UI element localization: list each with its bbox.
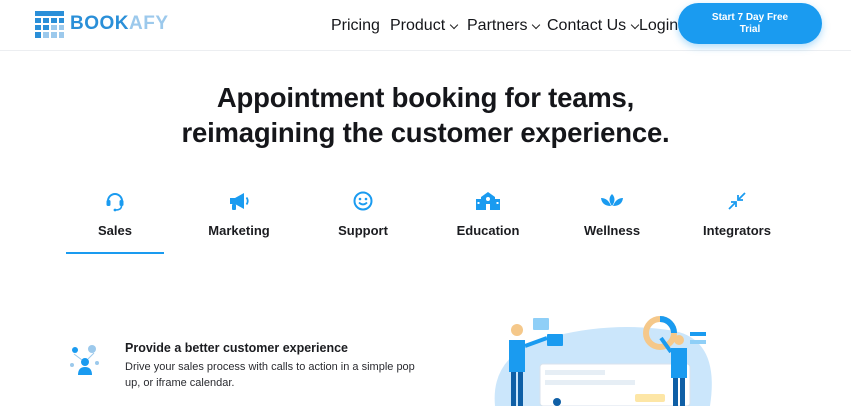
- logo[interactable]: BOOKAFY: [35, 10, 169, 38]
- nav-login-label: Login: [639, 17, 679, 34]
- tab-support[interactable]: Support: [313, 190, 413, 238]
- school-icon: [476, 192, 500, 210]
- tab-marketing-label: Marketing: [208, 223, 270, 238]
- chevron-down-icon: [449, 20, 459, 29]
- nav-contact-us-label: Contact Us: [547, 17, 627, 34]
- logo-wordmark: BOOKAFY: [70, 13, 169, 34]
- arrows-in-icon: [728, 192, 746, 210]
- calendar-logo-icon: [35, 10, 64, 38]
- smiley-icon: [353, 191, 373, 211]
- headset-icon: [106, 193, 124, 212]
- hero-headline: Appointment booking for teams, reimagini…: [0, 80, 851, 150]
- tab-sales-label: Sales: [98, 223, 132, 238]
- nav-partners-label: Partners: [467, 17, 528, 34]
- nav-product[interactable]: Product: [390, 17, 459, 35]
- lotus-icon: [601, 194, 623, 206]
- megaphone-icon: [230, 193, 249, 210]
- nav-contact-us[interactable]: Contact Us: [547, 17, 640, 35]
- tab-education-label: Education: [456, 223, 520, 238]
- feature-title: Provide a better customer experience: [125, 341, 349, 355]
- active-tab-indicator: [66, 252, 164, 254]
- tab-wellness-label: Wellness: [583, 223, 641, 238]
- tab-integrators-label: Integrators: [703, 223, 771, 238]
- start-trial-button[interactable]: Start 7 Day Free Trial: [678, 3, 822, 44]
- chevron-down-icon: [532, 20, 541, 29]
- feature-description: Drive your sales process with calls to a…: [125, 361, 415, 389]
- nav-partners[interactable]: Partners: [467, 17, 541, 35]
- sales-people-icon: [70, 345, 99, 375]
- start-trial-label: Start 7 Day Free Trial: [711, 12, 789, 35]
- tab-integrators[interactable]: Integrators: [687, 190, 787, 238]
- tab-education[interactable]: Education: [438, 190, 538, 238]
- tab-marketing[interactable]: Marketing: [189, 190, 289, 238]
- nav-pricing-label: Pricing: [331, 17, 380, 34]
- tab-sales[interactable]: Sales: [65, 190, 165, 238]
- tab-support-label: Support: [338, 223, 388, 238]
- nav-product-label: Product: [390, 17, 446, 34]
- nav-pricing[interactable]: Pricing: [331, 17, 380, 35]
- site-header: BOOKAFY Pricing Product Partners Contact…: [0, 0, 851, 51]
- hero-line-2: reimagining the customer experience.: [181, 117, 670, 148]
- sales-illustration: [494, 316, 712, 406]
- tab-wellness[interactable]: Wellness: [562, 190, 662, 238]
- hero-line-1: Appointment booking for teams,: [216, 82, 635, 113]
- nav-login[interactable]: Login: [639, 17, 678, 35]
